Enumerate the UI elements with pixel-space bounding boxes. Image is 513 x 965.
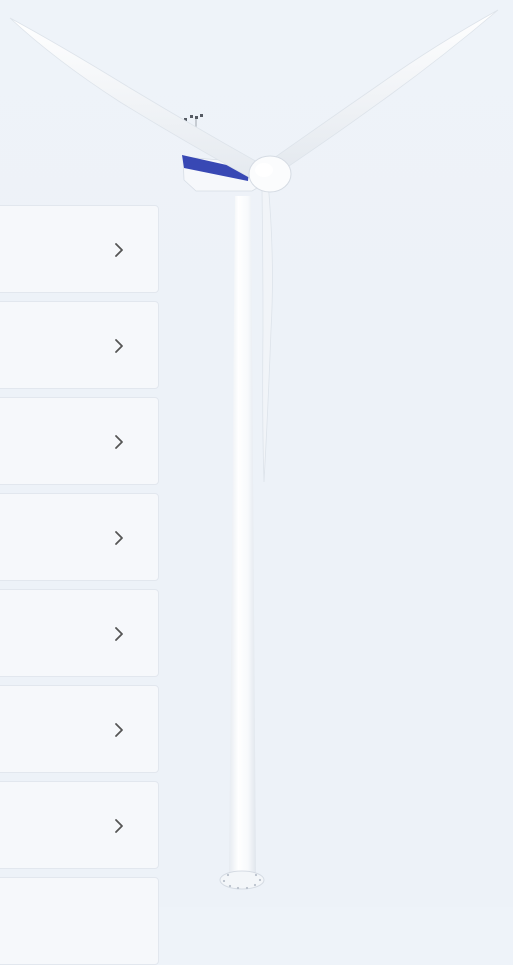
chevron-right-icon — [115, 723, 123, 737]
list-card-6[interactable] — [0, 685, 159, 773]
list-card-3[interactable] — [0, 397, 159, 485]
turbine-nacelle-stripe — [182, 155, 249, 181]
turbine-nacelle — [182, 156, 263, 192]
list-card-1[interactable] — [0, 205, 159, 293]
list-card-4[interactable] — [0, 493, 159, 581]
list-card-5[interactable] — [0, 589, 159, 677]
chevron-right-icon — [115, 243, 123, 257]
chevron-right-icon — [115, 339, 123, 353]
list-card-2[interactable] — [0, 301, 159, 389]
list-card-8[interactable] — [0, 877, 159, 965]
chevron-right-icon — [115, 819, 123, 833]
list-card-7[interactable] — [0, 781, 159, 869]
card-list — [0, 0, 161, 965]
chevron-right-icon — [115, 435, 123, 449]
chevron-right-icon — [115, 627, 123, 641]
turbine-base — [219, 870, 265, 890]
turbine-blade-lower — [261, 180, 273, 483]
turbine-sensors — [184, 114, 203, 121]
turbine-hub — [248, 155, 292, 193]
chevron-right-icon — [115, 531, 123, 545]
turbine-blade-right — [273, 9, 499, 171]
turbine-tower — [229, 196, 256, 878]
